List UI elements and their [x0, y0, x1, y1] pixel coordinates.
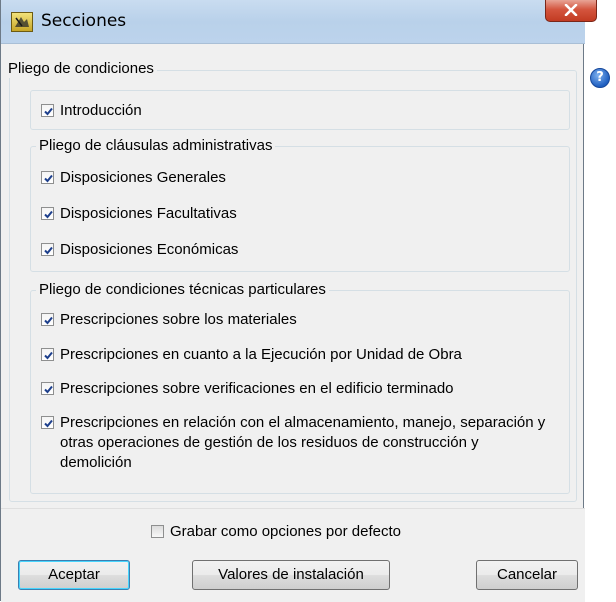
checkbox-label: Disposiciones Económicas — [60, 241, 239, 258]
checkbox-box[interactable] — [41, 313, 54, 326]
install-values-button-label: Valores de instalación — [218, 566, 364, 583]
dialog-window: Secciones Pliego de condiciones Introduc… — [0, 0, 597, 602]
window-title: Secciones — [41, 11, 127, 31]
checkbox-label: Prescripciones en relación con el almace… — [60, 414, 546, 471]
group-label-condiciones-tecnicas: Pliego de condiciones técnicas particula… — [36, 281, 329, 299]
checkbox-label: Introducción — [60, 102, 142, 119]
checkbox-disposiciones-generales[interactable]: Disposiciones Generales — [41, 168, 226, 188]
checkbox-prescripciones-ejecucion[interactable]: Prescripciones en cuanto a la Ejecución … — [41, 345, 462, 365]
group-label-pliego-condiciones: Pliego de condiciones — [5, 60, 157, 78]
checkbox-disposiciones-economicas[interactable]: Disposiciones Económicas — [41, 240, 238, 260]
checkbox-box[interactable] — [41, 348, 54, 361]
checkbox-label: Prescripciones sobre los materiales — [60, 311, 297, 328]
checkbox-box[interactable] — [41, 382, 54, 395]
group-label-clausulas-administrativas: Pliego de cláusulas administrativas — [36, 137, 276, 155]
app-icon — [11, 12, 33, 32]
close-icon — [564, 4, 578, 16]
accept-button[interactable]: Aceptar — [18, 560, 130, 590]
checkbox-label: Prescripciones sobre verificaciones en e… — [60, 380, 454, 397]
install-values-button[interactable]: Valores de instalación — [192, 560, 390, 590]
checkbox-grabar-defecto[interactable]: Grabar como opciones por defecto — [151, 522, 401, 542]
help-glyph: ? — [596, 70, 604, 85]
help-icon[interactable]: ? — [590, 68, 610, 88]
checkbox-box[interactable] — [41, 207, 54, 220]
accept-button-label: Aceptar — [48, 566, 100, 583]
checkbox-label: Disposiciones Generales — [60, 169, 226, 186]
checkbox-box[interactable] — [151, 525, 164, 538]
checkbox-prescripciones-materiales[interactable]: Prescripciones sobre los materiales — [41, 310, 297, 330]
checkbox-box[interactable] — [41, 416, 54, 429]
cancel-button-label: Cancelar — [496, 566, 558, 583]
checkbox-prescripciones-residuos[interactable]: Prescripciones en relación con el almace… — [41, 413, 561, 473]
checkbox-box[interactable] — [41, 171, 54, 184]
checkbox-box[interactable] — [41, 104, 54, 117]
checkbox-box[interactable] — [41, 243, 54, 256]
close-button[interactable] — [545, 0, 597, 22]
cancel-button[interactable]: Cancelar — [476, 560, 578, 590]
checkbox-introduccion[interactable]: Introducción — [41, 101, 142, 121]
checkbox-prescripciones-verificaciones[interactable]: Prescripciones sobre verificaciones en e… — [41, 379, 454, 399]
checkbox-disposiciones-facultativas[interactable]: Disposiciones Facultativas — [41, 204, 237, 224]
checkbox-label: Disposiciones Facultativas — [60, 205, 237, 222]
checkbox-label: Prescripciones en cuanto a la Ejecución … — [60, 346, 462, 363]
title-bar[interactable]: Secciones — [1, 0, 597, 44]
checkbox-label: Grabar como opciones por defecto — [170, 523, 401, 540]
